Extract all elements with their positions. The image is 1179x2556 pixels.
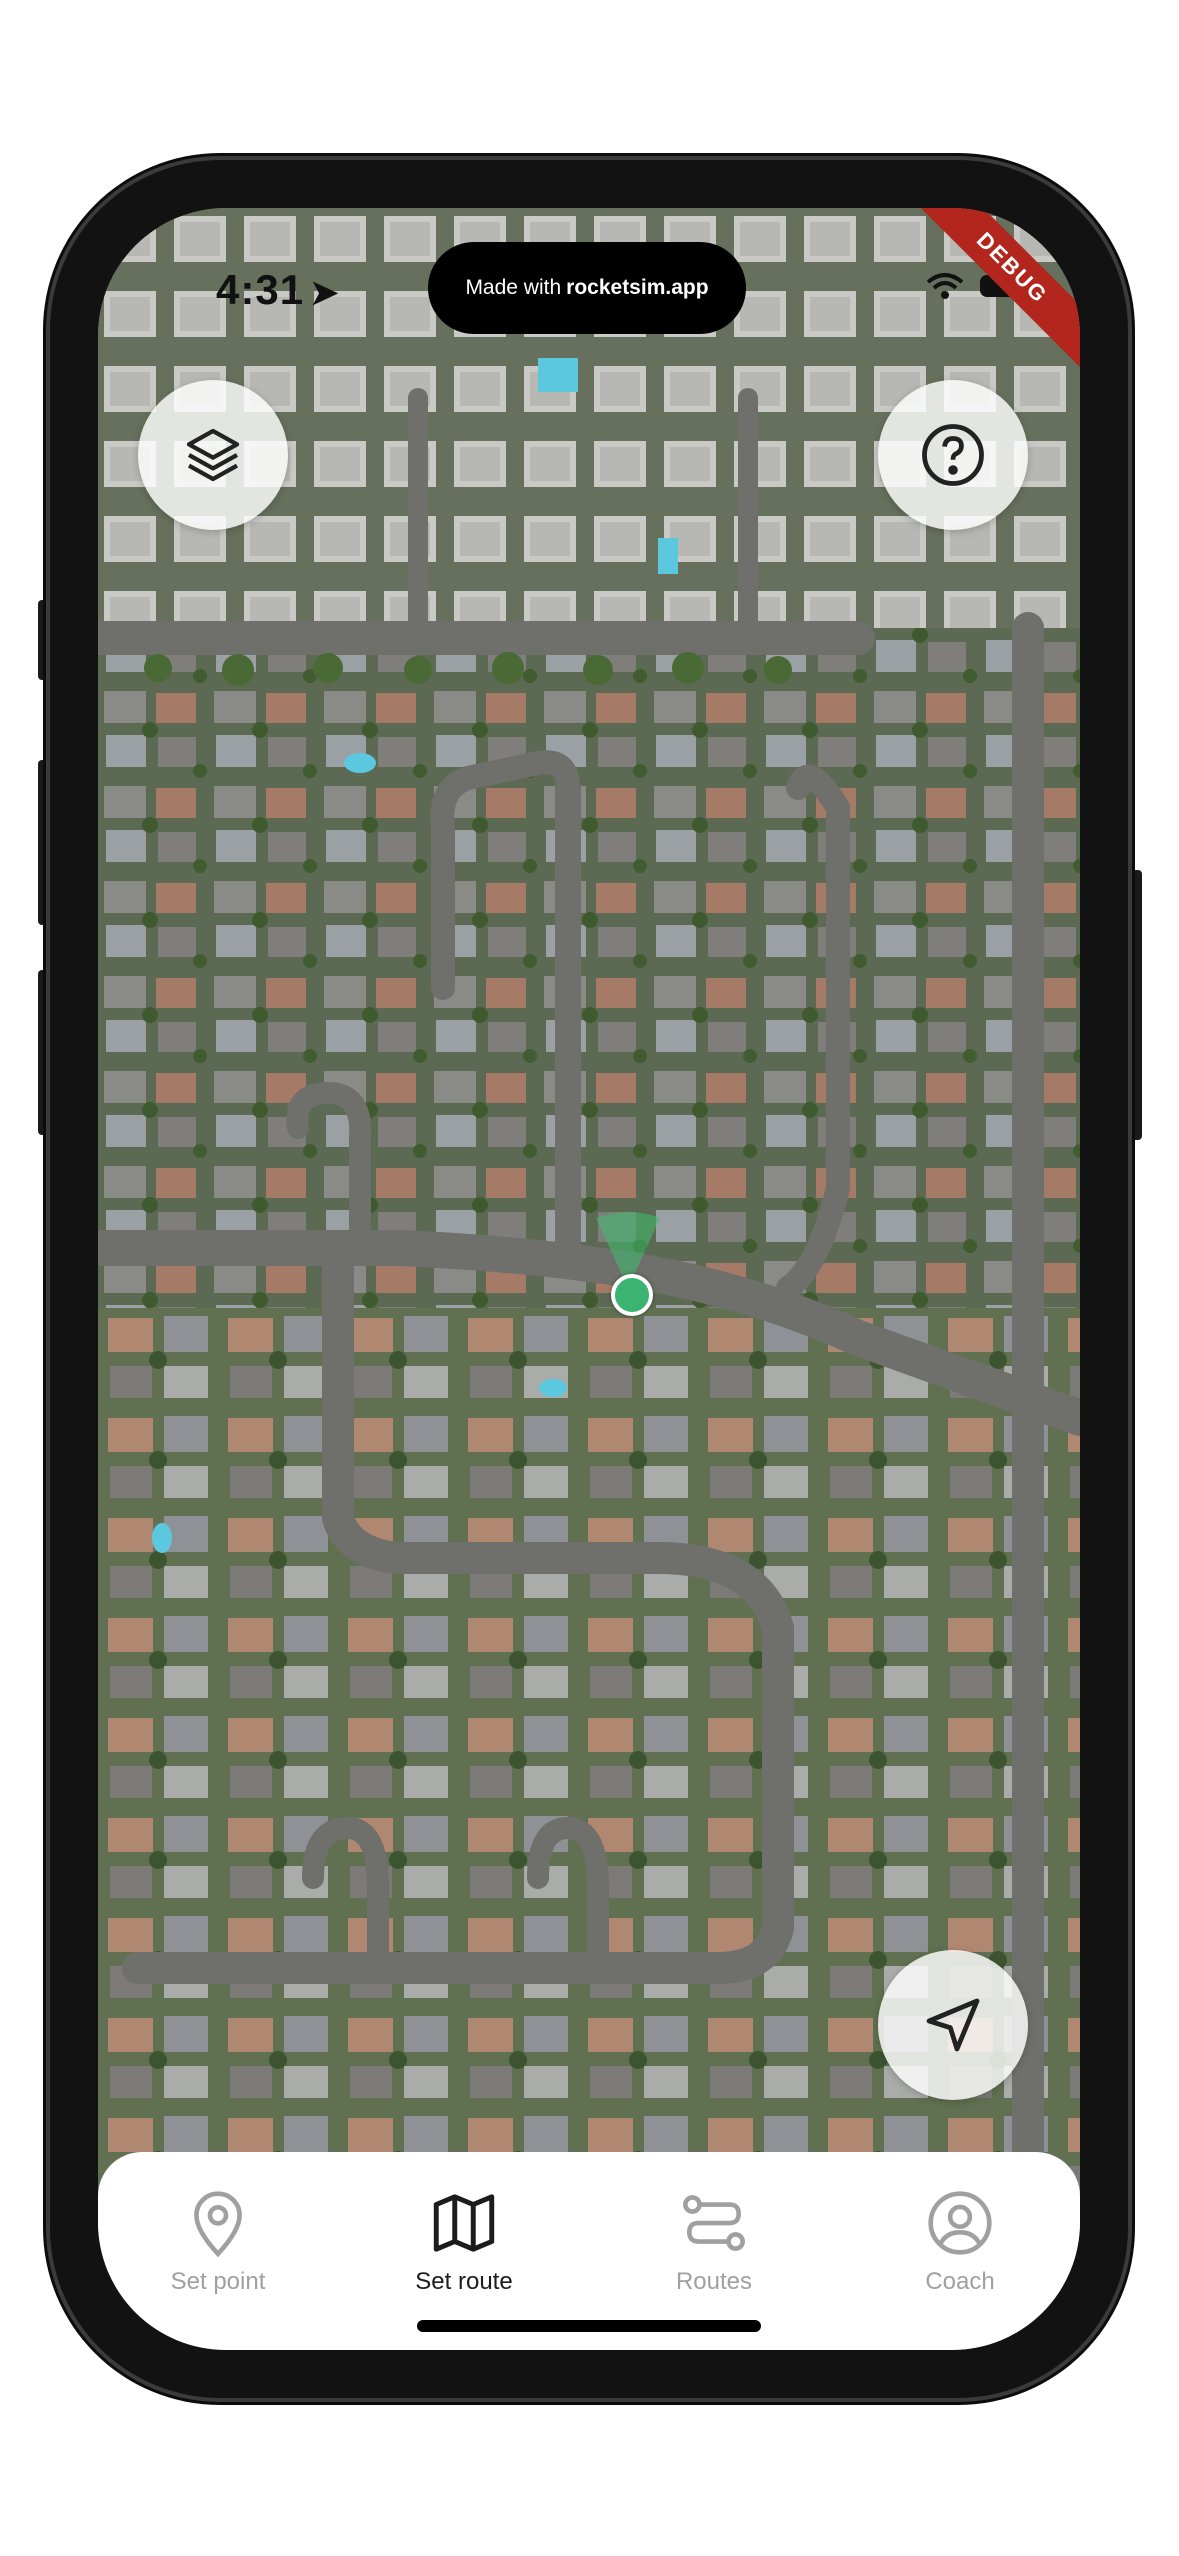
locate-me-button[interactable]: [878, 1950, 1028, 2100]
map-pin-icon: [194, 2191, 242, 2258]
volume-down-button: [38, 970, 50, 1135]
wifi-icon: [926, 273, 964, 299]
tab-routes[interactable]: Routes: [614, 2186, 814, 2336]
volume-up-button: [38, 760, 50, 925]
location-arrow-icon: ➤: [310, 274, 340, 312]
route-icon: [683, 2195, 745, 2251]
home-indicator[interactable]: [417, 2320, 761, 2332]
help-icon: [922, 424, 984, 486]
status-time: 4:31 ➤: [216, 266, 340, 313]
island-brand: rocketsim.app: [566, 276, 709, 299]
tab-coach[interactable]: Coach: [860, 2186, 1060, 2336]
dynamic-island: Made with rocketsim.app: [428, 242, 746, 334]
navigation-arrow-icon: [926, 1998, 980, 2052]
tab-label: Coach: [925, 2268, 995, 2295]
tab-set-point[interactable]: Set point: [118, 2186, 318, 2336]
screen: 4:31 ➤ Made with rocketsim.app DEBUG Set…: [98, 208, 1080, 2350]
island-prefix: Made with: [465, 276, 562, 299]
bottom-navigation: Set point Set route Routes Coach: [98, 2152, 1080, 2350]
user-circle-icon: [928, 2191, 992, 2255]
map-icon: [433, 2194, 495, 2252]
power-button: [1130, 870, 1142, 1140]
tab-label: Set route: [415, 2268, 513, 2295]
mute-switch: [38, 600, 50, 680]
user-location-marker: [611, 1274, 653, 1316]
phone-frame: 4:31 ➤ Made with rocketsim.app DEBUG Set…: [50, 160, 1128, 2398]
help-button[interactable]: [878, 380, 1028, 530]
tab-set-route[interactable]: Set route: [364, 2186, 564, 2336]
tab-label: Routes: [675, 2268, 753, 2295]
tab-label: Set point: [170, 2268, 266, 2295]
layers-button[interactable]: [138, 380, 288, 530]
layers-icon: [186, 428, 240, 482]
